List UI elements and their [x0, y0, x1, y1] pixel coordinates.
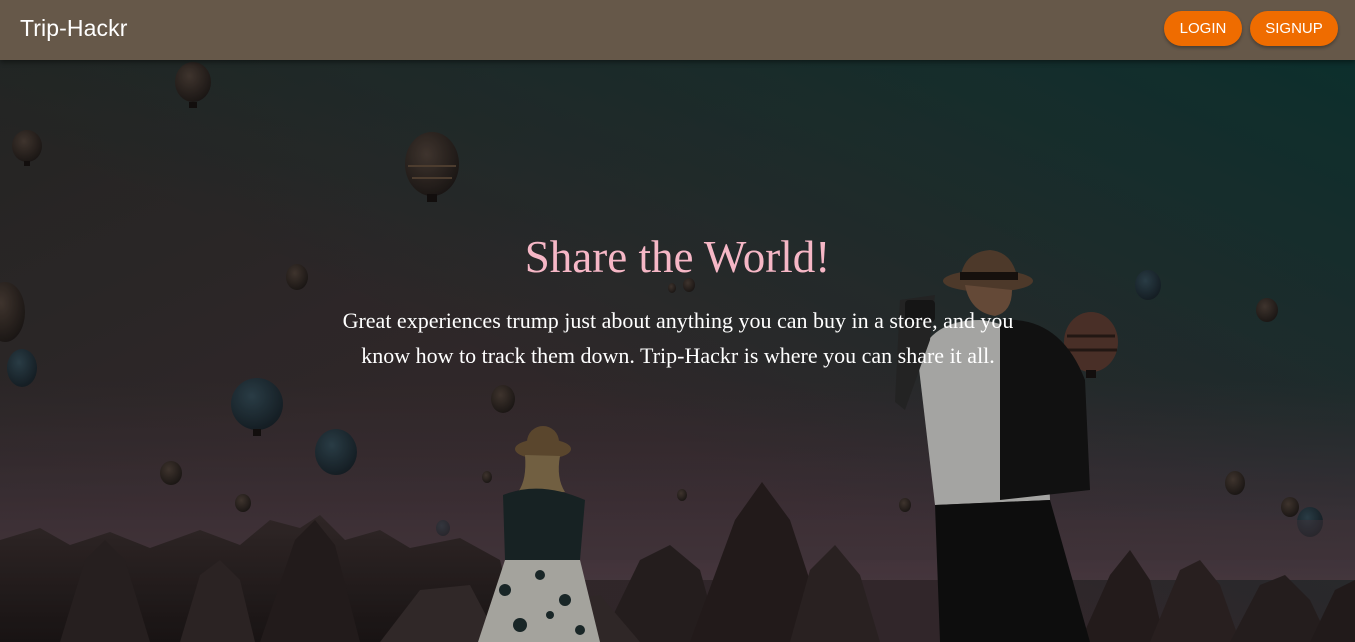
brand-logo-link[interactable]: Trip-Hackr [20, 13, 127, 43]
login-button[interactable]: LOGIN [1164, 11, 1242, 46]
top-navbar: Trip-Hackr LOGIN SIGNUP [0, 0, 1355, 60]
hero-tagline: Great experiences trump just about anyth… [342, 308, 1014, 368]
signup-button[interactable]: SIGNUP [1250, 11, 1338, 46]
landing-page: Share the World! Great experiences trump… [0, 0, 1355, 642]
hero-content: Share the World! Great experiences trump… [0, 0, 1355, 642]
hero-headline: Share the World! [524, 232, 831, 282]
